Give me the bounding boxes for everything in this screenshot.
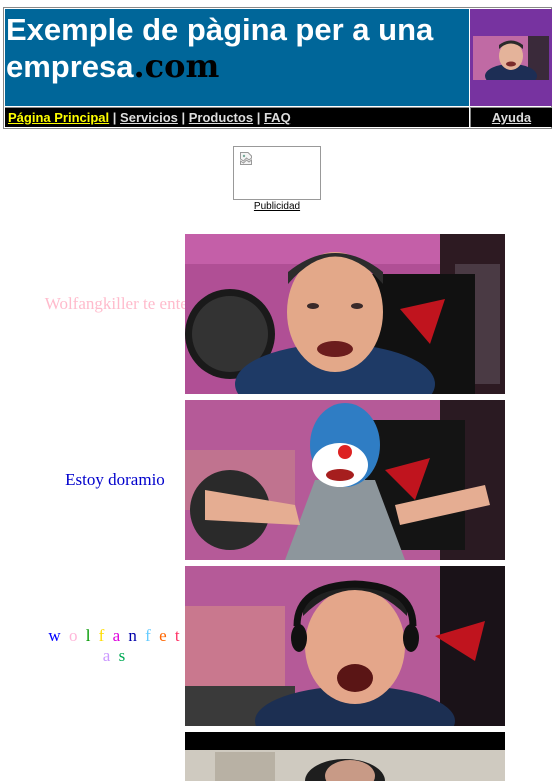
ad-label[interactable]: Publicidad bbox=[233, 201, 321, 212]
site-title: Exemple de pàgina per a una empresa.com bbox=[6, 11, 468, 85]
caption-letter: a bbox=[112, 626, 123, 645]
nav-separator: | bbox=[256, 110, 261, 125]
nav-separator: | bbox=[181, 110, 186, 125]
webcam-photo-1 bbox=[185, 234, 505, 394]
caption-letter: t bbox=[174, 626, 182, 645]
nav-link-faq[interactable]: FAQ bbox=[264, 110, 291, 125]
avatar bbox=[473, 36, 549, 80]
broken-image-icon bbox=[240, 152, 252, 165]
webcam-photo-3 bbox=[185, 566, 505, 726]
nav-link-home[interactable]: Página Principal bbox=[8, 110, 109, 125]
caption-letter: l bbox=[85, 626, 93, 645]
row-caption-3: w o l f a n f e t a s bbox=[40, 626, 190, 666]
webcam-photo-4 bbox=[185, 732, 505, 781]
caption-letter: o bbox=[68, 626, 80, 645]
site-title-suffix: .com bbox=[133, 47, 220, 85]
site-header: Exemple de pàgina per a una empresa.com … bbox=[3, 7, 552, 129]
title-cell: Exemple de pàgina per a una empresa.com bbox=[5, 9, 469, 106]
caption-letter: n bbox=[128, 626, 139, 645]
caption-letter: w bbox=[48, 626, 63, 645]
help-cell: Ayuda bbox=[470, 107, 552, 127]
site-title-main: Exemple de pàgina per a una empresa bbox=[6, 12, 434, 84]
caption-letter: a bbox=[102, 646, 113, 665]
nav-link-products[interactable]: Productos bbox=[189, 110, 253, 125]
nav-links: Página Principal | Servicios | Productos… bbox=[8, 110, 291, 125]
avatar-cell bbox=[470, 9, 552, 106]
caption-letter: s bbox=[118, 646, 128, 665]
nav-link-services[interactable]: Servicios bbox=[120, 110, 178, 125]
row-caption-2: Estoy doramio bbox=[65, 470, 165, 489]
webcam-photo-2 bbox=[185, 400, 505, 560]
nav-separator: | bbox=[112, 110, 117, 125]
nav-bar: Página Principal | Servicios | Productos… bbox=[5, 107, 469, 127]
ad-image[interactable] bbox=[233, 146, 321, 200]
caption-letter: e bbox=[159, 626, 169, 645]
caption-letter: f bbox=[145, 626, 153, 645]
caption-letter: f bbox=[98, 626, 107, 645]
nav-link-help[interactable]: Ayuda bbox=[492, 110, 531, 125]
